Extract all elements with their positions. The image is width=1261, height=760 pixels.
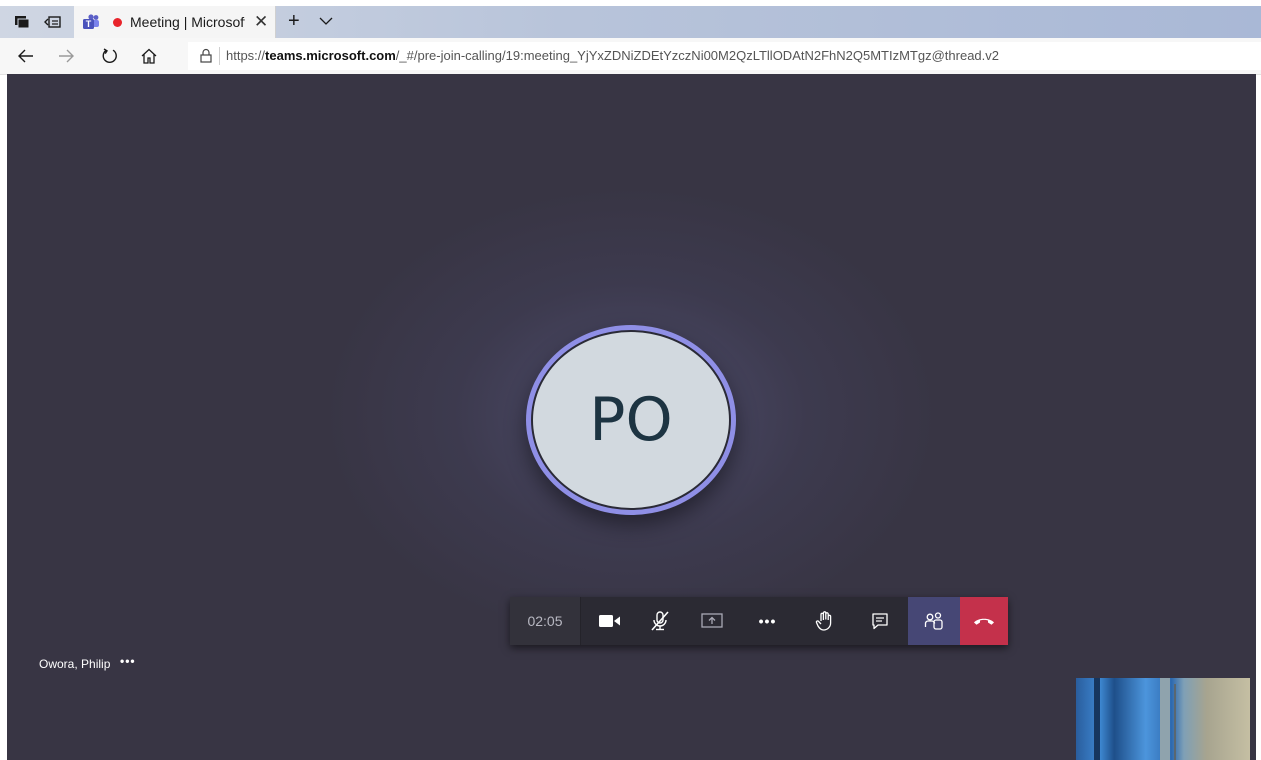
address-bar[interactable]: https://teams.microsoft.com/_#/pre-join-…	[188, 42, 1261, 70]
chat-icon	[872, 613, 888, 630]
chat-button[interactable]	[855, 597, 905, 645]
forward-arrow-icon[interactable]	[57, 47, 75, 70]
browser-toolbar: https://teams.microsoft.com/_#/pre-join-…	[0, 38, 1261, 75]
home-icon[interactable]	[140, 47, 158, 70]
svg-text:T: T	[86, 19, 92, 29]
camera-button[interactable]	[585, 597, 635, 645]
participant-avatar: PO	[531, 330, 731, 510]
more-actions-button[interactable]: •••	[740, 597, 795, 645]
tab-close-icon[interactable]: ✕	[254, 12, 268, 32]
share-screen-icon	[701, 613, 723, 628]
set-aside-tabs-icon[interactable]	[44, 14, 62, 35]
hang-up-button[interactable]	[960, 597, 1008, 645]
raise-hand-button[interactable]	[800, 597, 850, 645]
participant-more-icon[interactable]: •••	[120, 654, 136, 668]
new-tab-button[interactable]: +	[288, 10, 300, 33]
back-arrow-icon[interactable]	[17, 47, 35, 70]
tab-actions-icon[interactable]	[14, 14, 30, 35]
browser-tab-strip: T Meeting | Microsoft Teams ✕ +	[0, 6, 1261, 38]
camera-icon	[599, 615, 620, 627]
url-text[interactable]: https://teams.microsoft.com/_#/pre-join-…	[226, 48, 999, 63]
mic-button[interactable]	[635, 597, 685, 645]
meeting-stage: PO 02:05 ••• Owora, Philip •••	[7, 74, 1256, 760]
call-timer: 02:05	[510, 597, 581, 645]
participants-button[interactable]	[908, 597, 960, 645]
recording-dot-icon	[113, 18, 122, 27]
teams-logo-icon: T	[82, 14, 100, 35]
browser-tab-meeting[interactable]: T Meeting | Microsoft Teams ✕	[74, 6, 276, 38]
participants-icon	[924, 612, 943, 630]
hang-up-icon	[974, 618, 994, 625]
more-actions-icon: •••	[758, 613, 777, 629]
raise-hand-icon	[815, 611, 832, 631]
refresh-icon[interactable]	[101, 47, 119, 70]
share-screen-button[interactable]	[687, 597, 737, 645]
address-divider	[219, 47, 220, 65]
call-controls-bar: 02:05 •••	[510, 597, 1008, 645]
tab-title: Meeting | Microsoft Teams	[130, 14, 245, 30]
lock-icon[interactable]	[200, 48, 212, 68]
chevron-down-icon[interactable]	[318, 13, 334, 34]
self-video-preview[interactable]	[1076, 678, 1250, 760]
mic-muted-icon	[651, 611, 669, 631]
participant-name: Owora, Philip	[39, 657, 111, 671]
